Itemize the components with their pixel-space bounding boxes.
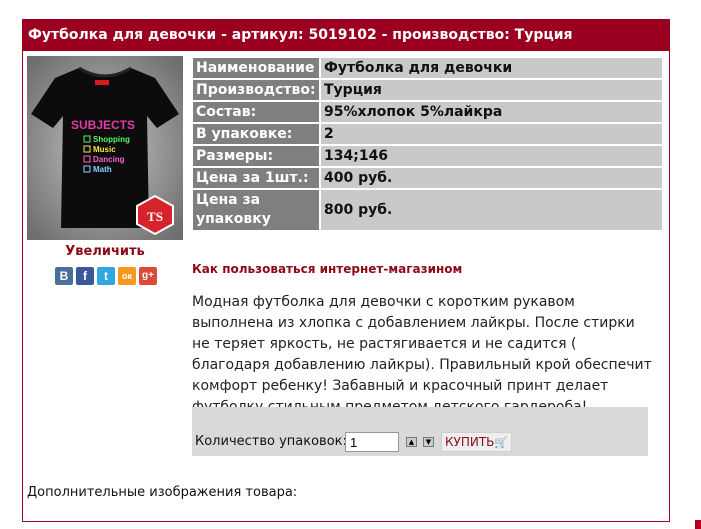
arrow-up-icon: ▲ [408, 438, 415, 446]
property-key: Производство: [193, 80, 319, 100]
print-title: SUBJECTS [71, 118, 135, 132]
product-properties-table: Наименование Футболка для девочки Произв… [191, 56, 664, 232]
print-item: Math [93, 165, 112, 174]
product-description: Модная футболка для девочки с коротким р… [192, 294, 652, 415]
table-row: Размеры: 134;146 [193, 146, 662, 166]
table-row: Производство: Турция [193, 80, 662, 100]
vk-icon[interactable]: В [55, 267, 73, 285]
table-row: В упаковке: 2 [193, 124, 662, 144]
property-value: 134;146 [321, 146, 662, 166]
arrow-down-icon: ▼ [425, 438, 432, 446]
decrease-quantity-button[interactable]: ▼ [423, 437, 434, 447]
share-buttons: В f t ок g+ [55, 267, 157, 285]
corner-decoration [695, 520, 701, 529]
increase-quantity-button[interactable]: ▲ [406, 437, 417, 447]
property-value: 2 [321, 124, 662, 144]
page-title: Футболка для девочки - артикул: 5019102 … [22, 19, 670, 51]
facebook-icon[interactable]: f [76, 267, 94, 285]
additional-images-label: Дополнительные изображения товара: [27, 485, 298, 500]
table-row: Состав: 95%хлопок 5%лайкра [193, 102, 662, 122]
googleplus-icon[interactable]: g+ [139, 267, 157, 285]
property-value: 400 руб. [321, 168, 662, 188]
property-key: Наименование [193, 58, 319, 78]
svg-text:TS: TS [147, 209, 163, 224]
quantity-input[interactable] [345, 432, 399, 452]
property-value: 800 руб. [321, 190, 662, 230]
print-item: Shopping [93, 135, 130, 144]
table-row: Наименование Футболка для девочки [193, 58, 662, 78]
property-key: Состав: [193, 102, 319, 122]
property-value: 95%хлопок 5%лайкра [321, 102, 662, 122]
tshirt-illustration: SUBJECTS Shopping Music Dancing Math TS [27, 56, 183, 240]
table-row: Цена за упаковку 800 руб. [193, 190, 662, 230]
buy-label: КУПИТЬ [445, 435, 495, 449]
property-key: Размеры: [193, 146, 319, 166]
property-value: Футболка для девочки [321, 58, 662, 78]
buy-button[interactable]: КУПИТЬ🛒 [441, 432, 513, 452]
table-row: Цена за 1шт.: 400 руб. [193, 168, 662, 188]
print-item: Dancing [93, 155, 125, 164]
print-item: Music [93, 145, 116, 154]
property-key: Цена за 1шт.: [193, 168, 319, 188]
odnoklassniki-icon[interactable]: ок [118, 267, 136, 285]
twitter-icon[interactable]: t [97, 267, 115, 285]
cart-icon: 🛒 [494, 436, 509, 449]
property-value: Турция [321, 80, 662, 100]
property-key: В упаковке: [193, 124, 319, 144]
property-key: Цена за упаковку [193, 190, 319, 230]
enlarge-link[interactable]: Увеличить [27, 244, 183, 259]
product-image[interactable]: SUBJECTS Shopping Music Dancing Math TS [27, 56, 183, 240]
quantity-label: Количество упаковок: [195, 434, 347, 449]
how-to-use-link[interactable]: Как пользоваться интернет-магазином [192, 262, 462, 276]
